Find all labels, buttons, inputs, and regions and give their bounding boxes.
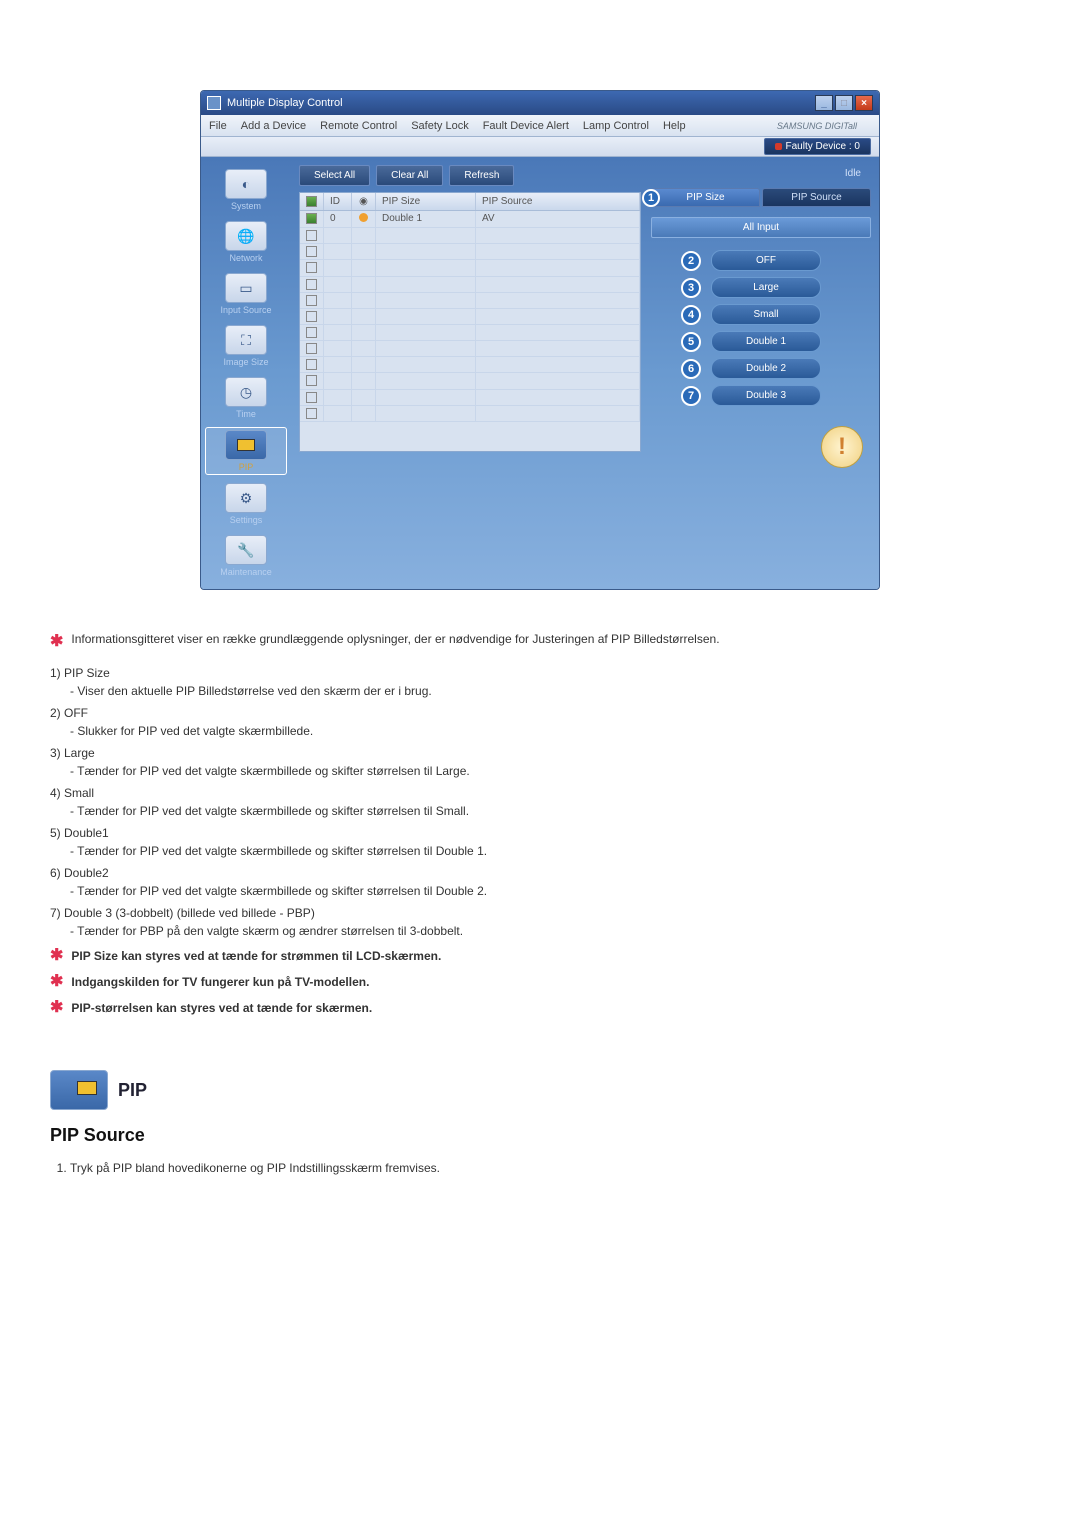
pip-icon — [50, 1070, 108, 1110]
row-checkbox[interactable] — [306, 392, 317, 403]
idle-label: Idle — [651, 165, 871, 182]
menu-add-device[interactable]: Add a Device — [241, 120, 306, 132]
maximize-button[interactable]: □ — [835, 95, 853, 111]
list-item: 3) Large- Tænder for PIP ved det valgte … — [50, 744, 1030, 780]
star-icon: ✱ — [50, 944, 63, 968]
list-item: 7) Double 3 (3-dobbelt) (billede ved bil… — [50, 904, 1030, 940]
marker-1: 1 — [642, 189, 660, 207]
note-line: ✱PIP-størrelsen kan styres ved at tænde … — [50, 996, 1030, 1020]
opt-double3[interactable]: Double 3 — [711, 385, 821, 406]
menubar: File Add a Device Remote Control Safety … — [201, 115, 879, 137]
row-checkbox[interactable] — [306, 262, 317, 273]
sidebar: ◐System 🌐Network ▭Input Source ⛶Image Si… — [201, 157, 291, 589]
opt-double2[interactable]: Double 2 — [711, 358, 821, 379]
header-checkbox[interactable] — [306, 196, 317, 207]
nav-maintenance[interactable]: 🔧Maintenance — [205, 533, 287, 579]
star-icon: ✱ — [50, 996, 63, 1020]
row-checkbox[interactable] — [306, 295, 317, 306]
row-checkbox[interactable] — [306, 408, 317, 419]
marker-5: 5 — [681, 332, 701, 352]
window-title: Multiple Display Control — [227, 97, 343, 109]
minimize-button[interactable]: _ — [815, 95, 833, 111]
menu-file[interactable]: File — [209, 120, 227, 132]
row-checkbox[interactable] — [306, 246, 317, 257]
app-window: Multiple Display Control _ □ × File Add … — [200, 90, 880, 590]
nav-pip[interactable]: PIP — [205, 427, 287, 475]
menu-fault[interactable]: Fault Device Alert — [483, 120, 569, 132]
marker-7: 7 — [681, 386, 701, 406]
col-status-icon: ◉ — [352, 193, 376, 210]
grid-body[interactable]: 0 Double 1 AV — [300, 211, 640, 451]
row-checkbox[interactable] — [306, 279, 317, 290]
info-icon[interactable]: ! — [821, 426, 863, 468]
row-checkbox[interactable] — [306, 327, 317, 338]
cell-id: 0 — [324, 211, 352, 227]
menu-lamp[interactable]: Lamp Control — [583, 120, 649, 132]
device-grid: ID ◉ PIP Size PIP Source 0 Double 1 AV — [299, 192, 641, 452]
nav-time[interactable]: ◷Time — [205, 375, 287, 421]
list-item: 4) Small- Tænder for PIP ved det valgte … — [50, 784, 1030, 820]
fault-badge: Faulty Device : 0 — [764, 138, 871, 155]
status-dot-icon — [359, 213, 368, 222]
row-checkbox[interactable] — [306, 213, 317, 224]
opt-large[interactable]: Large — [711, 277, 821, 298]
row-checkbox[interactable] — [306, 359, 317, 370]
marker-6: 6 — [681, 359, 701, 379]
cell-pip-source: AV — [476, 211, 640, 227]
cell-pip-size: Double 1 — [376, 211, 476, 227]
marker-4: 4 — [681, 305, 701, 325]
pip-source-heading: PIP Source — [50, 1122, 1030, 1149]
opt-double1[interactable]: Double 1 — [711, 331, 821, 352]
star-icon: ✱ — [50, 630, 63, 654]
step-1: Tryk på PIP bland hovedikonerne og PIP I… — [70, 1157, 1030, 1179]
select-all-button[interactable]: Select All — [299, 165, 370, 186]
col-id: ID — [324, 193, 352, 210]
clear-all-button[interactable]: Clear All — [376, 165, 443, 186]
menu-remote[interactable]: Remote Control — [320, 120, 397, 132]
col-pip-size: PIP Size — [376, 193, 476, 210]
star-icon: ✱ — [50, 970, 63, 994]
row-checkbox[interactable] — [306, 343, 317, 354]
list-item: 6) Double2- Tænder for PIP ved det valgt… — [50, 864, 1030, 900]
row-checkbox[interactable] — [306, 311, 317, 322]
tab-pip-size[interactable]: 1PIP Size — [651, 188, 760, 207]
brand-label: SAMSUNG DIGITall — [777, 121, 857, 131]
list-item: 5) Double1- Tænder for PIP ved det valgt… — [50, 824, 1030, 860]
close-button[interactable]: × — [855, 95, 873, 111]
nav-input-source[interactable]: ▭Input Source — [205, 271, 287, 317]
doc-content: ✱ Informationsgitteret viser en række gru… — [30, 620, 1050, 1189]
app-icon — [207, 96, 221, 110]
nav-network[interactable]: 🌐Network — [205, 219, 287, 265]
nav-image-size[interactable]: ⛶Image Size — [205, 323, 287, 369]
nav-system[interactable]: ◐System — [205, 167, 287, 213]
all-input-bar: All Input — [651, 217, 871, 238]
refresh-button[interactable]: Refresh — [449, 165, 514, 186]
table-row[interactable]: 0 Double 1 AV — [300, 211, 640, 228]
list-item: 1) PIP Size- Viser den aktuelle PIP Bill… — [50, 664, 1030, 700]
steps-list: Tryk på PIP bland hovedikonerne og PIP I… — [70, 1157, 1030, 1179]
menu-safety[interactable]: Safety Lock — [411, 120, 468, 132]
statusbar: Faulty Device : 0 — [201, 137, 879, 157]
note-line: ✱Indgangskilden for TV fungerer kun på T… — [50, 970, 1030, 994]
marker-3: 3 — [681, 278, 701, 298]
tab-pip-source[interactable]: PIP Source — [762, 188, 871, 207]
opt-small[interactable]: Small — [711, 304, 821, 325]
list-item: 2) OFF- Slukker for PIP ved det valgte s… — [50, 704, 1030, 740]
row-checkbox[interactable] — [306, 230, 317, 241]
note-line: ✱PIP Size kan styres ved at tænde for st… — [50, 944, 1030, 968]
titlebar: Multiple Display Control _ □ × — [201, 91, 879, 115]
pip-heading: PIP — [118, 1077, 147, 1104]
opt-off[interactable]: OFF — [711, 250, 821, 271]
pip-heading-band: PIP — [50, 1070, 1030, 1110]
row-checkbox[interactable] — [306, 375, 317, 386]
marker-2: 2 — [681, 251, 701, 271]
menu-help[interactable]: Help — [663, 120, 686, 132]
nav-settings[interactable]: ⚙Settings — [205, 481, 287, 527]
intro-text: Informationsgitteret viser en række grun… — [71, 630, 719, 648]
col-pip-source: PIP Source — [476, 193, 640, 210]
